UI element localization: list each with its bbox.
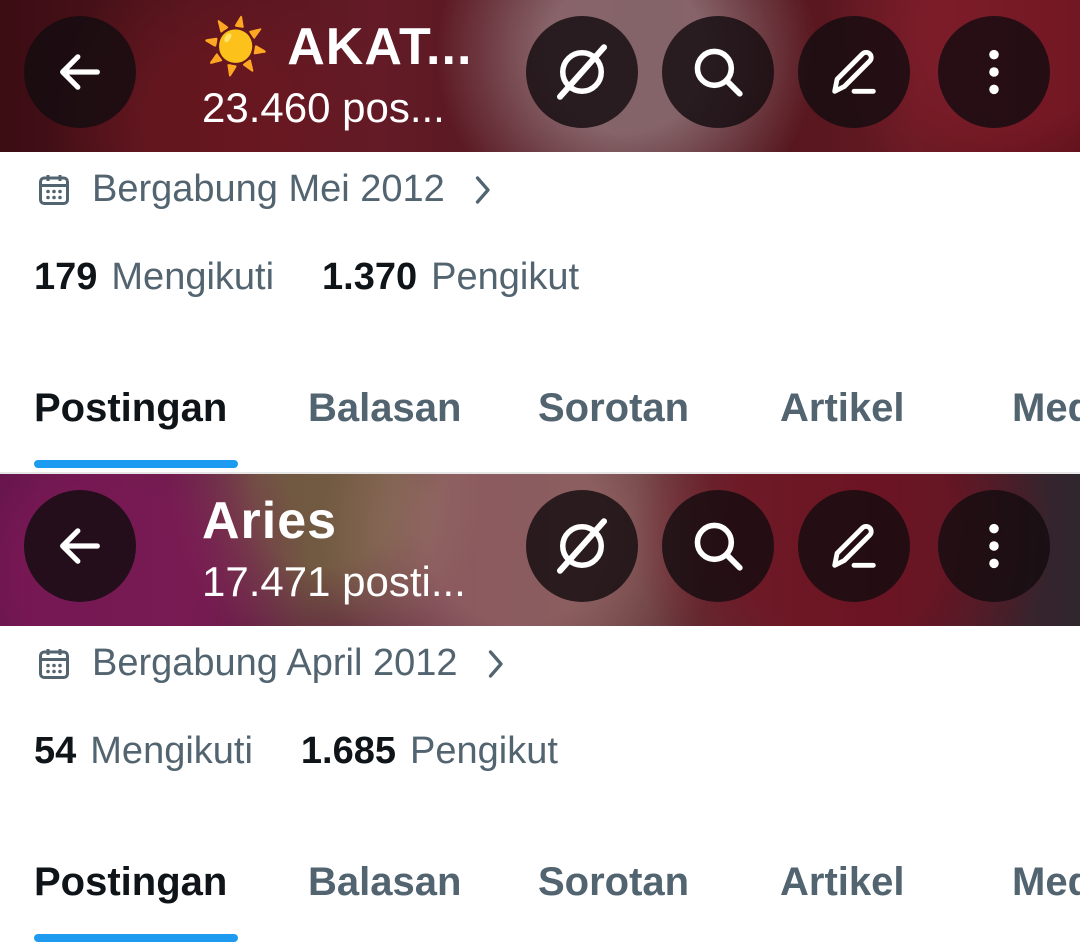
profile-panel-1: ☀️ AKAT... 23.460 pos... Bergabung Mei 2… [0,0,1080,472]
post-count: 17.471 posti... [202,558,466,605]
tab-artikel[interactable]: Artikel [780,386,905,431]
following-label: Mengikuti [111,256,275,298]
header-title-block: Aries 17.471 posti... [202,488,466,606]
followers-count: 1.685 [300,730,397,772]
followers-count: 1.370 [322,256,418,298]
tab-balasan[interactable]: Balasan [308,860,461,905]
chevron-right-icon [488,649,503,678]
more-vertical-icon [989,523,999,569]
grok-icon [556,518,608,574]
calendar-icon [39,174,69,205]
joined-date[interactable]: Bergabung April 2012 [36,642,506,685]
profile-tabs: Postingan Balasan Sorotan Artikel Med [0,854,1080,946]
more-button[interactable] [938,16,1050,128]
joined-text: Bergabung April 2012 [92,642,458,684]
arrow-left-icon [60,54,100,90]
calendar-icon [39,648,69,679]
profile-header: Aries 17.471 posti... [0,474,1080,626]
tab-media[interactable]: Med [1012,860,1080,905]
joined-text: Bergabung Mei 2012 [92,168,445,210]
tab-media[interactable]: Med [1012,386,1080,431]
following-count: 54 [34,730,77,772]
back-button[interactable] [24,490,136,602]
search-icon [694,48,743,97]
header-title-block: ☀️ AKAT... 23.460 pos... [202,14,472,132]
followers-link[interactable]: 1.685 Pengikut [301,730,558,773]
profile-tabs: Postingan Balasan Sorotan Artikel Med [0,380,1080,472]
search-button[interactable] [662,490,774,602]
joined-date[interactable]: Bergabung Mei 2012 [36,168,493,211]
following-link[interactable]: 54 Mengikuti [34,730,253,773]
back-button[interactable] [24,16,136,128]
post-count: 23.460 pos... [202,84,445,131]
tab-sorotan[interactable]: Sorotan [538,386,689,431]
tab-postingan[interactable]: Postingan [34,860,227,905]
search-button[interactable] [662,16,774,128]
profile-header: ☀️ AKAT... 23.460 pos... [0,0,1080,152]
grok-icon [556,44,608,100]
edit-button[interactable] [798,16,910,128]
following-count: 179 [34,256,98,298]
tab-balasan[interactable]: Balasan [308,386,461,431]
following-link[interactable]: 179 Mengikuti [34,256,274,299]
pencil-icon [832,523,876,568]
chevron-right-icon [475,175,490,204]
follow-stats: 54 Mengikuti 1.685 Pengikut [34,730,606,773]
pencil-icon [832,49,876,94]
edit-button[interactable] [798,490,910,602]
profile-name: Aries [202,492,338,550]
active-tab-indicator [34,934,238,942]
followers-label: Pengikut [410,730,558,772]
tab-sorotan[interactable]: Sorotan [538,860,689,905]
followers-label: Pengikut [431,256,580,298]
profile-name: AKAT... [287,18,473,76]
tab-postingan[interactable]: Postingan [34,386,227,431]
grok-button[interactable] [526,490,638,602]
more-vertical-icon [989,49,999,95]
arrow-left-icon [60,528,100,564]
followers-link[interactable]: 1.370 Pengikut [322,256,579,299]
profile-panel-2: Aries 17.471 posti... Bergabung April 20… [0,474,1080,946]
more-button[interactable] [938,490,1050,602]
following-label: Mengikuti [90,730,253,772]
sun-emoji: ☀️ [202,17,270,77]
follow-stats: 179 Mengikuti 1.370 Pengikut [34,256,627,299]
grok-button[interactable] [526,16,638,128]
active-tab-indicator [34,460,238,468]
search-icon [694,522,743,571]
tab-artikel[interactable]: Artikel [780,860,905,905]
